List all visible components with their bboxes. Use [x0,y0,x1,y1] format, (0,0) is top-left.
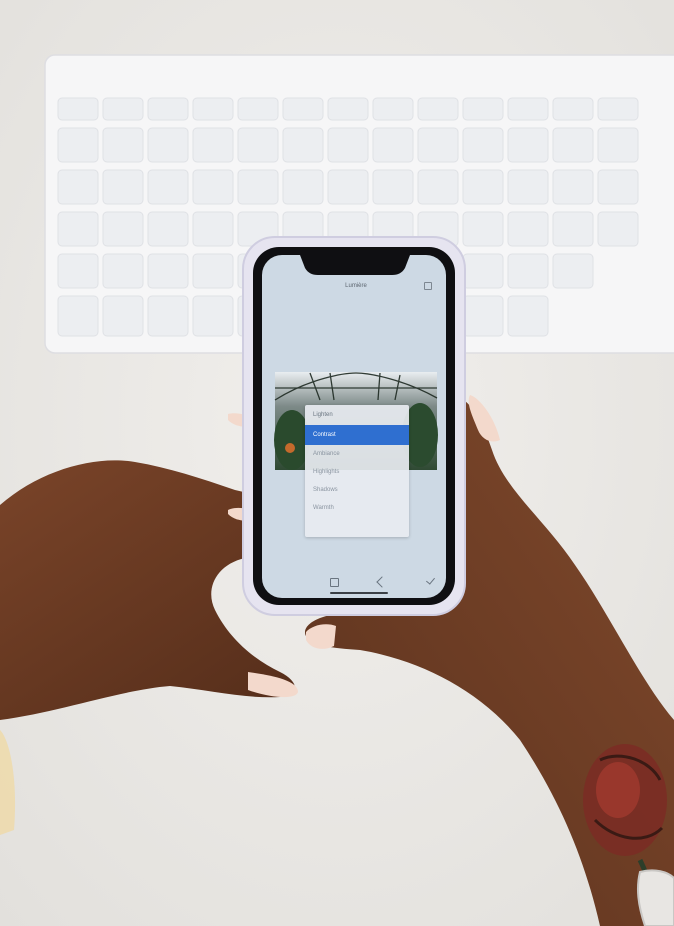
keyboard-key [327,97,369,121]
keyboard-key [147,211,189,247]
menu-item-selected[interactable]: Contrast [305,425,409,445]
keyboard-key [507,127,549,163]
menu-item-5[interactable]: Warmth [305,499,409,517]
menu-item-0[interactable]: Lighten [305,405,409,425]
phone-notch [300,255,410,275]
keyboard-key [192,295,234,337]
keyboard-key [57,97,99,121]
keyboard-key [372,127,414,163]
keyboard-key [192,253,234,289]
keyboard-key [372,169,414,205]
keyboard-key [417,169,459,205]
keyboard-key [147,169,189,205]
keyboard-key [282,169,324,205]
keyboard-key [417,97,459,121]
keyboard-key [462,97,504,121]
keyboard-key [57,169,99,205]
keyboard-key [552,253,594,289]
home-indicator [330,592,388,594]
keyboard-key [507,97,549,121]
keyboard-key [192,97,234,121]
keyboard-key [597,169,639,205]
keyboard-key [327,127,369,163]
keyboard-key [327,169,369,205]
keyboard-key [102,295,144,337]
menu-item-4[interactable]: Shadows [305,481,409,499]
menu-item-label: Warmth [313,505,334,511]
keyboard-key [102,253,144,289]
keyboard-key [417,127,459,163]
keyboard-key [192,211,234,247]
keyboard-key [147,127,189,163]
menu-item-label: Contrast [313,432,336,438]
keyboard-key [147,253,189,289]
keyboard-key [507,295,549,337]
menu-item-label: Shadows [313,487,338,493]
keyboard-key [552,127,594,163]
menu-item-label: Ambiance [313,451,340,457]
keyboard-key [237,169,279,205]
keyboard-key [102,127,144,163]
adjust-icon[interactable] [330,578,339,587]
compare-icon[interactable] [424,282,432,290]
menu-item-label: Lighten [313,412,333,418]
keyboard-key [282,127,324,163]
keyboard-key [597,97,639,121]
keyboard-key [102,97,144,121]
keyboard-key [462,169,504,205]
keyboard-key [57,127,99,163]
keyboard-key [552,97,594,121]
keyboard-key [147,97,189,121]
keyboard-key [57,211,99,247]
app-header-title: Lumière [345,283,367,289]
keyboard-key [507,211,549,247]
keyboard-key [507,169,549,205]
keyboard-key [372,97,414,121]
keyboard-key [237,127,279,163]
keyboard-key [192,169,234,205]
keyboard-key [552,211,594,247]
menu-item-2[interactable]: Ambiance [305,445,409,463]
adjust-menu: Lighten Contrast Ambiance Highlights Sha… [305,405,409,537]
keyboard-key [462,295,504,337]
keyboard-key [102,169,144,205]
keyboard-key [282,97,324,121]
keyboard-key [237,97,279,121]
keyboard-key [552,169,594,205]
keyboard-key [507,253,549,289]
keyboard-key [57,253,99,289]
keyboard-key [57,295,99,337]
keyboard-key [597,211,639,247]
keyboard-key [462,127,504,163]
keyboard-key [147,295,189,337]
keyboard-key [102,211,144,247]
keyboard-key [462,211,504,247]
photo-scene: Lumière Lighten Contrast Ambiance Highli… [0,0,674,926]
keyboard-key [462,253,504,289]
menu-item-3[interactable]: Highlights [305,463,409,481]
menu-item-label: Highlights [313,469,340,475]
keyboard-key [597,127,639,163]
keyboard-key [192,127,234,163]
